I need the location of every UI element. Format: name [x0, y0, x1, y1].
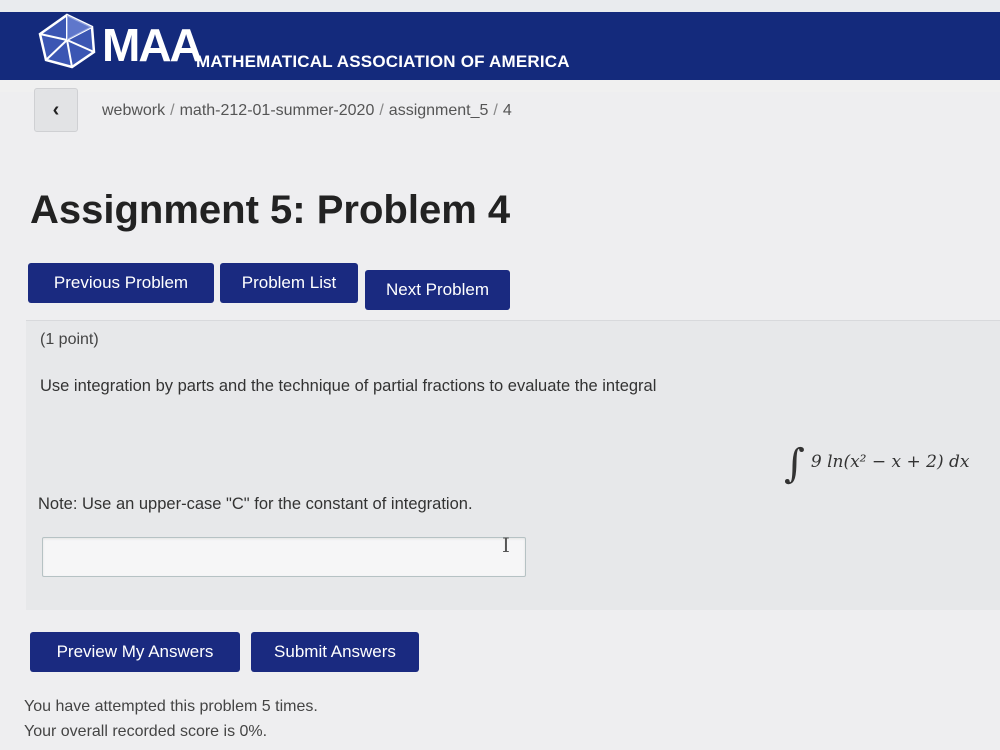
integral-expression: ∫ 9 ln(x² − x + 2) dx: [784, 431, 970, 487]
problem-panel: (1 point) Use integration by parts and t…: [26, 320, 1000, 610]
integral-sign: ∫: [784, 441, 805, 487]
submit-answers-button[interactable]: Submit Answers: [251, 632, 419, 672]
answer-input[interactable]: [42, 537, 526, 577]
chevron-left-icon: ‹: [52, 98, 60, 121]
next-problem-button[interactable]: Next Problem: [365, 270, 510, 310]
breadcrumb-trail: webwork / math-212-01-summer-2020/assignme…: [102, 102, 512, 120]
problem-question: Use integration by parts and the techniq…: [40, 377, 657, 395]
problem-note: Note: Use an upper-case "C" for the cons…: [38, 495, 473, 513]
preview-answers-button[interactable]: Preview My Answers: [30, 632, 240, 672]
problem-list-button[interactable]: Problem List: [220, 263, 358, 303]
attempts-text: You have attempted this problem 5 times.: [24, 698, 318, 715]
site-header: MAA MATHEMATICAL ASSOCIATION OF AMERICA: [0, 0, 1000, 92]
breadcrumb-item-course[interactable]: math-212-01-summer-2020: [180, 102, 375, 119]
page-title: Assignment 5: Problem 4: [30, 188, 511, 232]
breadcrumb-separator: /: [379, 102, 384, 119]
breadcrumb-item-problem: 4: [502, 102, 512, 119]
score-text: Your overall recorded score is 0%.: [24, 723, 268, 740]
breadcrumb-item-assignment[interactable]: assignment_5: [389, 102, 489, 119]
maa-logo-text[interactable]: MAA: [102, 18, 203, 72]
back-button[interactable]: ‹: [34, 88, 78, 132]
maa-logo-icon[interactable]: [36, 12, 98, 70]
breadcrumb-separator: /: [493, 102, 498, 119]
org-name: MATHEMATICAL ASSOCIATION OF AMERICA: [196, 52, 570, 71]
integrand: 9 ln(x² − x + 2) dx: [810, 452, 970, 472]
previous-problem-button[interactable]: Previous Problem: [28, 263, 214, 303]
breadcrumb: ‹ webwork / math-212-01-summer-2020/assign…: [20, 86, 1000, 138]
text-cursor-icon: I: [502, 533, 510, 557]
breadcrumb-separator: /: [170, 102, 175, 119]
breadcrumb-item-webwork[interactable]: webwork: [102, 102, 165, 119]
attempt-status: You have attempted this problem 5 times.…: [24, 694, 318, 744]
problem-points: (1 point): [40, 331, 99, 348]
